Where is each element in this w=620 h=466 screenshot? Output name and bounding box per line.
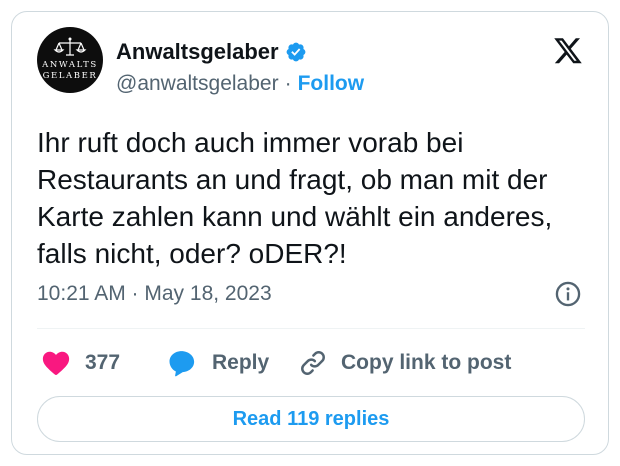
avatar-text-line-2: GELABER [42, 71, 98, 81]
author-display-name[interactable]: Anwaltsgelaber [116, 39, 279, 65]
speech-bubble-icon [169, 351, 195, 377]
heart-icon [42, 351, 70, 375]
read-replies-button[interactable]: Read 119 replies [37, 396, 585, 442]
like-button[interactable]: 377 [41, 340, 120, 386]
divider [37, 328, 585, 329]
reply-button[interactable]: Reply [167, 340, 269, 386]
copy-link-label: Copy link to post [341, 351, 512, 374]
tweet-timestamp[interactable]: 10:21 AM · May 18, 2023 [37, 282, 272, 306]
reply-label: Reply [212, 351, 270, 374]
info-icon[interactable] [554, 280, 582, 308]
author-name-row: Anwaltsgelaber [116, 38, 307, 66]
verified-badge-icon [286, 42, 306, 62]
tweet-text: Ihr ruft doch auch immer vorab bei Resta… [37, 127, 553, 269]
avatar[interactable]: ANWALTS GELABER [37, 27, 103, 93]
handle-separator: · [284, 72, 292, 95]
link-icon [301, 351, 325, 375]
tweet-meta: 10:21 AM · May 18, 2023 [37, 279, 597, 309]
author-handle-row: @anwaltsgelaber · Follow [116, 70, 364, 98]
x-logo-icon[interactable] [553, 38, 583, 66]
action-bar: 377 Reply Copy link to post [37, 340, 597, 386]
tweet-card: ANWALTS GELABER Anwaltsgelaber @anwaltsg… [11, 11, 609, 455]
follow-button[interactable]: Follow [298, 72, 365, 96]
avatar-text-line-1: ANWALTS [42, 60, 98, 70]
author-handle[interactable]: @anwaltsgelaber [116, 72, 279, 96]
copy-link-button[interactable]: Copy link to post [298, 340, 511, 386]
like-count: 377 [85, 351, 121, 374]
read-replies-label: Read 119 replies [232, 407, 390, 430]
